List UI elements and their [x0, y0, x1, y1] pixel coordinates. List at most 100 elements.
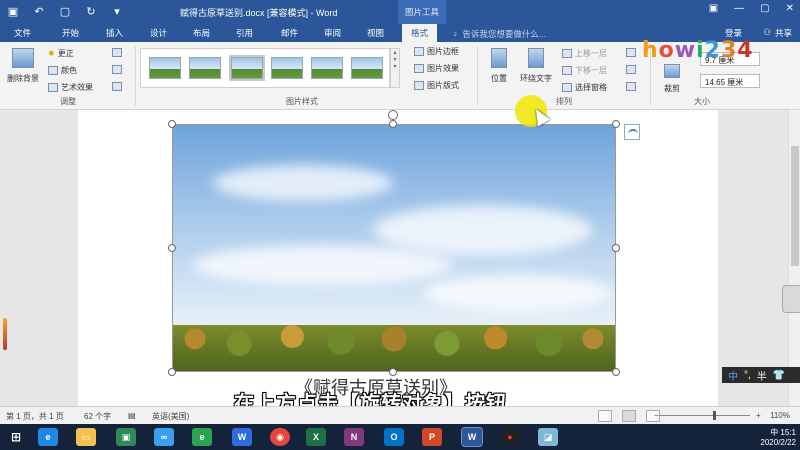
- record-icon[interactable]: ●: [500, 428, 520, 446]
- resize-handle-top[interactable]: [389, 120, 397, 128]
- tell-me-search[interactable]: ♀ 告诉我您想要做什么...: [452, 28, 546, 40]
- excel-icon[interactable]: X: [306, 428, 326, 446]
- gallery-more-button[interactable]: ▴ ▾ ▾: [390, 48, 400, 88]
- bring-forward-button[interactable]: 上移一层: [562, 48, 607, 59]
- ie-icon[interactable]: e: [38, 428, 58, 446]
- tray-date[interactable]: 2020/2/22: [760, 438, 796, 447]
- picture-style-thumb[interactable]: [229, 55, 265, 81]
- tab-view[interactable]: 视图: [367, 27, 384, 39]
- send-backward-button[interactable]: 下移一层: [562, 65, 607, 76]
- compress-pictures-button[interactable]: [112, 48, 122, 57]
- minimize-icon[interactable]: —: [734, 3, 744, 14]
- read-mode-button[interactable]: [598, 410, 612, 422]
- zoom-out-button[interactable]: −: [654, 411, 659, 420]
- position-button[interactable]: 位置: [486, 48, 512, 84]
- artistic-effects-button[interactable]: 艺术效果: [48, 82, 93, 93]
- selection-pane-button[interactable]: 选择窗格: [562, 82, 607, 93]
- onenote-icon[interactable]: N: [344, 428, 364, 446]
- bring-forward-label: 上移一层: [575, 49, 607, 58]
- wps-icon[interactable]: W: [232, 428, 252, 446]
- divider: [477, 46, 478, 106]
- baidu-netdisk-icon[interactable]: ∞: [154, 428, 174, 446]
- wrap-text-button[interactable]: 环绕文字: [516, 48, 556, 84]
- remove-background-button[interactable]: 删除背景: [4, 48, 42, 84]
- zoom-slider[interactable]: [660, 415, 750, 416]
- zoom-level[interactable]: 110%: [770, 411, 790, 420]
- tab-home[interactable]: 开始: [62, 27, 79, 39]
- outlook-icon[interactable]: O: [384, 428, 404, 446]
- ime-lang[interactable]: 中: [728, 368, 738, 383]
- shape-width-field[interactable]: 14.65 厘米: [700, 74, 760, 88]
- tab-review[interactable]: 审阅: [324, 27, 341, 39]
- tab-insert[interactable]: 插入: [106, 27, 123, 39]
- tray-time[interactable]: 15:1: [780, 428, 796, 437]
- zoom-in-button[interactable]: +: [756, 411, 761, 420]
- tray-ime[interactable]: 中: [770, 428, 778, 437]
- logo-char: i: [696, 38, 705, 63]
- word-icon[interactable]: W: [461, 427, 483, 447]
- tab-file[interactable]: 文件: [14, 27, 31, 39]
- store-icon[interactable]: ▣: [116, 428, 136, 446]
- resize-handle-top-right[interactable]: [612, 120, 620, 128]
- ime-width[interactable]: 半: [757, 368, 767, 383]
- explorer-icon[interactable]: ▭: [76, 428, 96, 446]
- resize-handle-bottom-right[interactable]: [612, 368, 620, 376]
- tab-design[interactable]: 设计: [150, 27, 167, 39]
- page-count[interactable]: 第 1 页，共 1 页: [6, 411, 64, 422]
- picture-style-thumb[interactable]: [189, 57, 221, 79]
- redo-icon[interactable]: ↻: [84, 4, 98, 18]
- tab-references[interactable]: 引用: [236, 27, 253, 39]
- resize-handle-right[interactable]: [612, 244, 620, 252]
- picture-layout-button[interactable]: 图片版式: [414, 80, 459, 91]
- tab-format[interactable]: 格式: [402, 24, 438, 42]
- resize-handle-top-left[interactable]: [168, 120, 176, 128]
- corrections-button[interactable]: ✹ 更正: [48, 48, 74, 59]
- picture-style-thumb[interactable]: [271, 57, 303, 79]
- sky-landscape-picture[interactable]: [172, 124, 616, 372]
- new-doc-icon[interactable]: ▢: [58, 4, 72, 18]
- save-icon[interactable]: ▣: [6, 4, 20, 18]
- rotate-objects-button[interactable]: [626, 82, 636, 91]
- undo-icon[interactable]: ↶: [32, 4, 46, 18]
- word-count[interactable]: 62 个字: [84, 411, 111, 422]
- system-tray[interactable]: 中 15:1 2020/2/22: [760, 427, 796, 447]
- tab-layout[interactable]: 布局: [193, 27, 210, 39]
- customize-icon[interactable]: ▾: [110, 4, 124, 18]
- ime-toolbar[interactable]: 中 °, 半 👕: [722, 367, 800, 383]
- start-button[interactable]: ⊞: [6, 428, 26, 446]
- resize-handle-bottom-left[interactable]: [168, 368, 176, 376]
- maximize-icon[interactable]: ▢: [760, 3, 769, 14]
- picture-style-thumb[interactable]: [311, 57, 343, 79]
- side-panel-tab[interactable]: [782, 285, 800, 313]
- picture-style-thumb[interactable]: [149, 57, 181, 79]
- notes-icon[interactable]: ◪: [538, 428, 558, 446]
- edge-ie-icon[interactable]: e: [192, 428, 212, 446]
- close-icon[interactable]: ✕: [786, 3, 794, 14]
- reset-picture-button[interactable]: [112, 82, 122, 91]
- scrollbar-thumb[interactable]: [791, 146, 799, 266]
- picture-style-thumb[interactable]: [351, 57, 383, 79]
- chrome-icon[interactable]: ◉: [270, 428, 290, 446]
- vertical-scrollbar[interactable]: [788, 110, 800, 406]
- change-picture-button[interactable]: [112, 65, 122, 74]
- resize-handle-left[interactable]: [168, 244, 176, 252]
- rotate-handle[interactable]: [388, 110, 398, 120]
- color-button[interactable]: 颜色: [48, 65, 77, 76]
- proofing-icon[interactable]: ▤: [128, 411, 136, 420]
- ime-punct[interactable]: °,: [744, 370, 751, 381]
- zoom-slider-knob[interactable]: [713, 411, 716, 420]
- language-status[interactable]: 英语(美国): [152, 411, 189, 422]
- powerpoint-icon[interactable]: P: [422, 428, 442, 446]
- crop-button[interactable]: 裁剪: [660, 64, 684, 94]
- picture-effects-button[interactable]: 图片效果: [414, 63, 459, 74]
- windows-taskbar: ⊞ e ▭ ▣ ∞ e W ◉ X N O P W ● ◪ 中 15:1 202…: [0, 424, 800, 450]
- share-button[interactable]: ⚇ 共享: [763, 27, 792, 39]
- group-objects-button[interactable]: [626, 65, 636, 74]
- picture-border-button[interactable]: 图片边框: [414, 46, 459, 57]
- ime-shirt-icon[interactable]: 👕: [773, 370, 785, 381]
- align-button[interactable]: [626, 48, 636, 57]
- print-layout-button[interactable]: [622, 410, 636, 422]
- layout-options-button[interactable]: [624, 124, 640, 140]
- ribbon-display-icon[interactable]: ▣: [709, 3, 718, 14]
- tab-mailings[interactable]: 邮件: [281, 27, 298, 39]
